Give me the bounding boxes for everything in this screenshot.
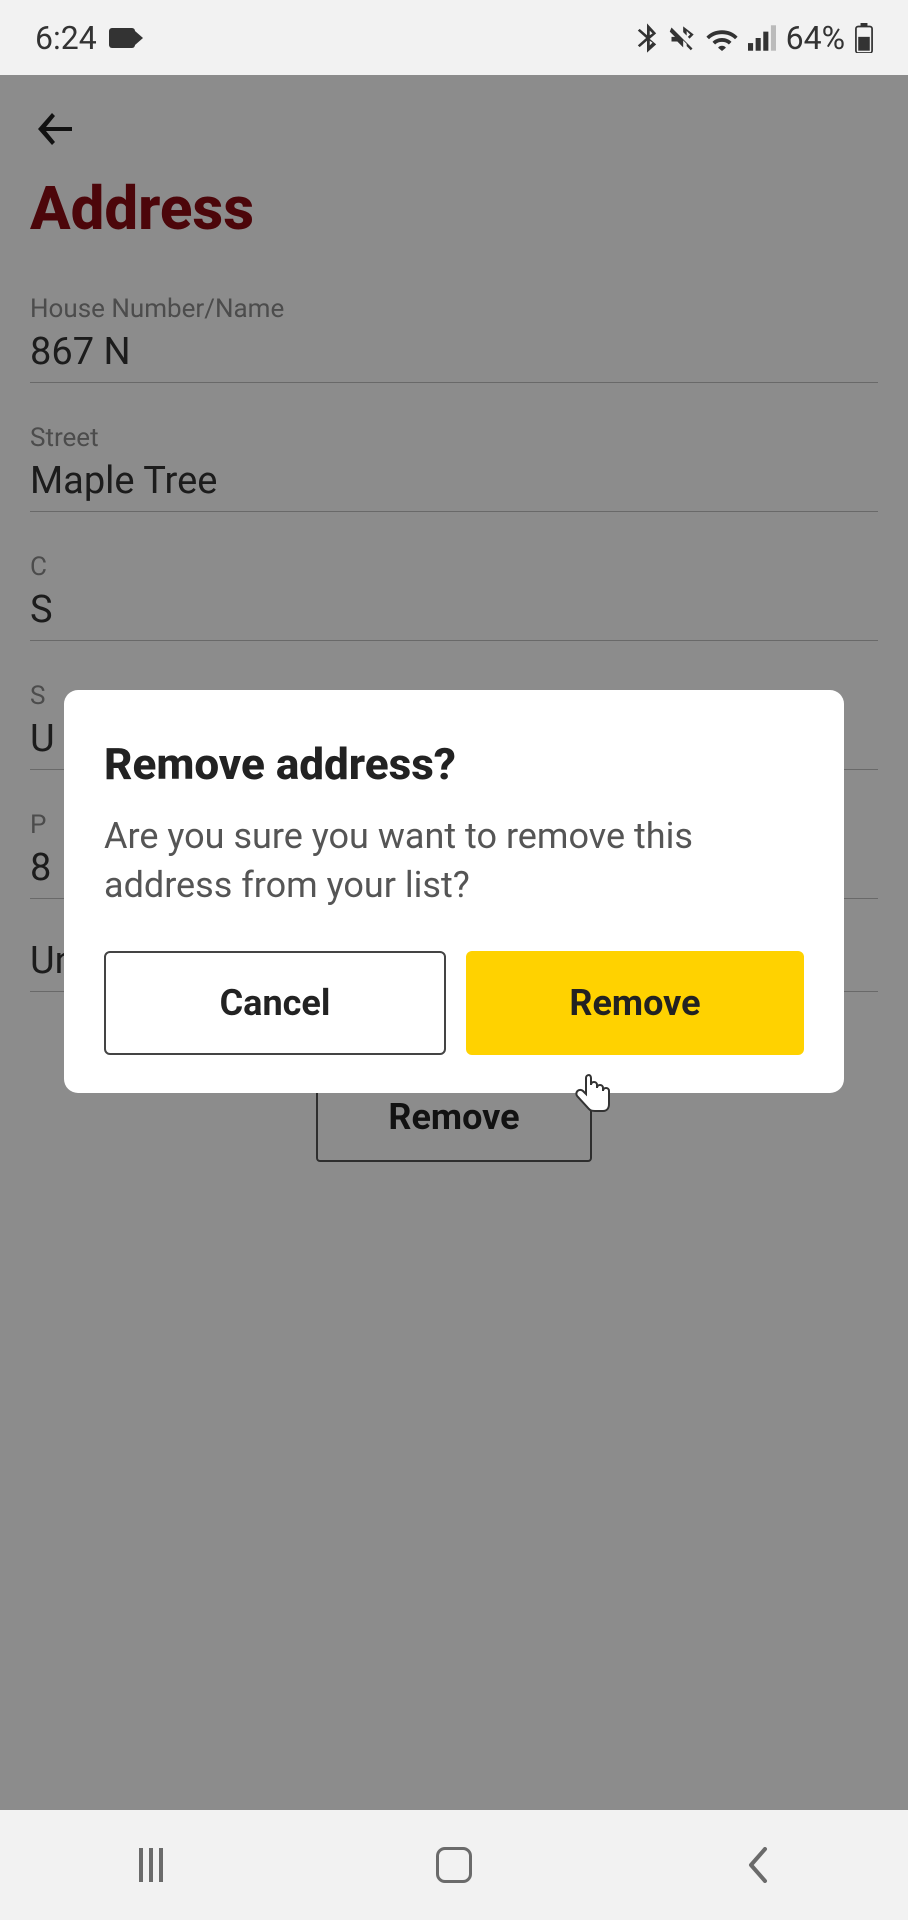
bluetooth-icon	[636, 23, 658, 53]
cancel-button[interactable]: Cancel	[104, 951, 446, 1055]
clock-text: 6:24	[35, 19, 97, 57]
home-button[interactable]	[424, 1835, 484, 1895]
confirm-remove-button[interactable]: Remove	[466, 951, 804, 1055]
back-nav-button[interactable]	[727, 1835, 787, 1895]
signal-icon	[748, 25, 776, 51]
dialog-message: Are you sure you want to remove this add…	[104, 812, 804, 909]
home-icon	[436, 1847, 472, 1883]
status-bar: 6:24 64%	[0, 0, 908, 75]
system-nav-bar	[0, 1810, 908, 1920]
modal-scrim[interactable]: Remove address? Are you sure you want to…	[0, 75, 908, 1810]
status-left: 6:24	[35, 19, 135, 57]
chevron-left-icon	[745, 1847, 769, 1883]
recents-icon	[139, 1848, 163, 1882]
recents-button[interactable]	[121, 1835, 181, 1895]
camera-icon	[109, 28, 135, 48]
status-right: 64%	[636, 19, 873, 57]
vibrate-icon	[668, 24, 696, 52]
confirm-dialog: Remove address? Are you sure you want to…	[64, 690, 844, 1093]
battery-percent-text: 64%	[786, 19, 845, 57]
battery-icon	[855, 23, 873, 53]
wifi-icon	[706, 25, 738, 51]
dialog-title: Remove address?	[104, 738, 804, 790]
dialog-actions: Cancel Remove	[104, 951, 804, 1055]
app-content: Address House Number/Name 867 N Street M…	[0, 75, 908, 1810]
